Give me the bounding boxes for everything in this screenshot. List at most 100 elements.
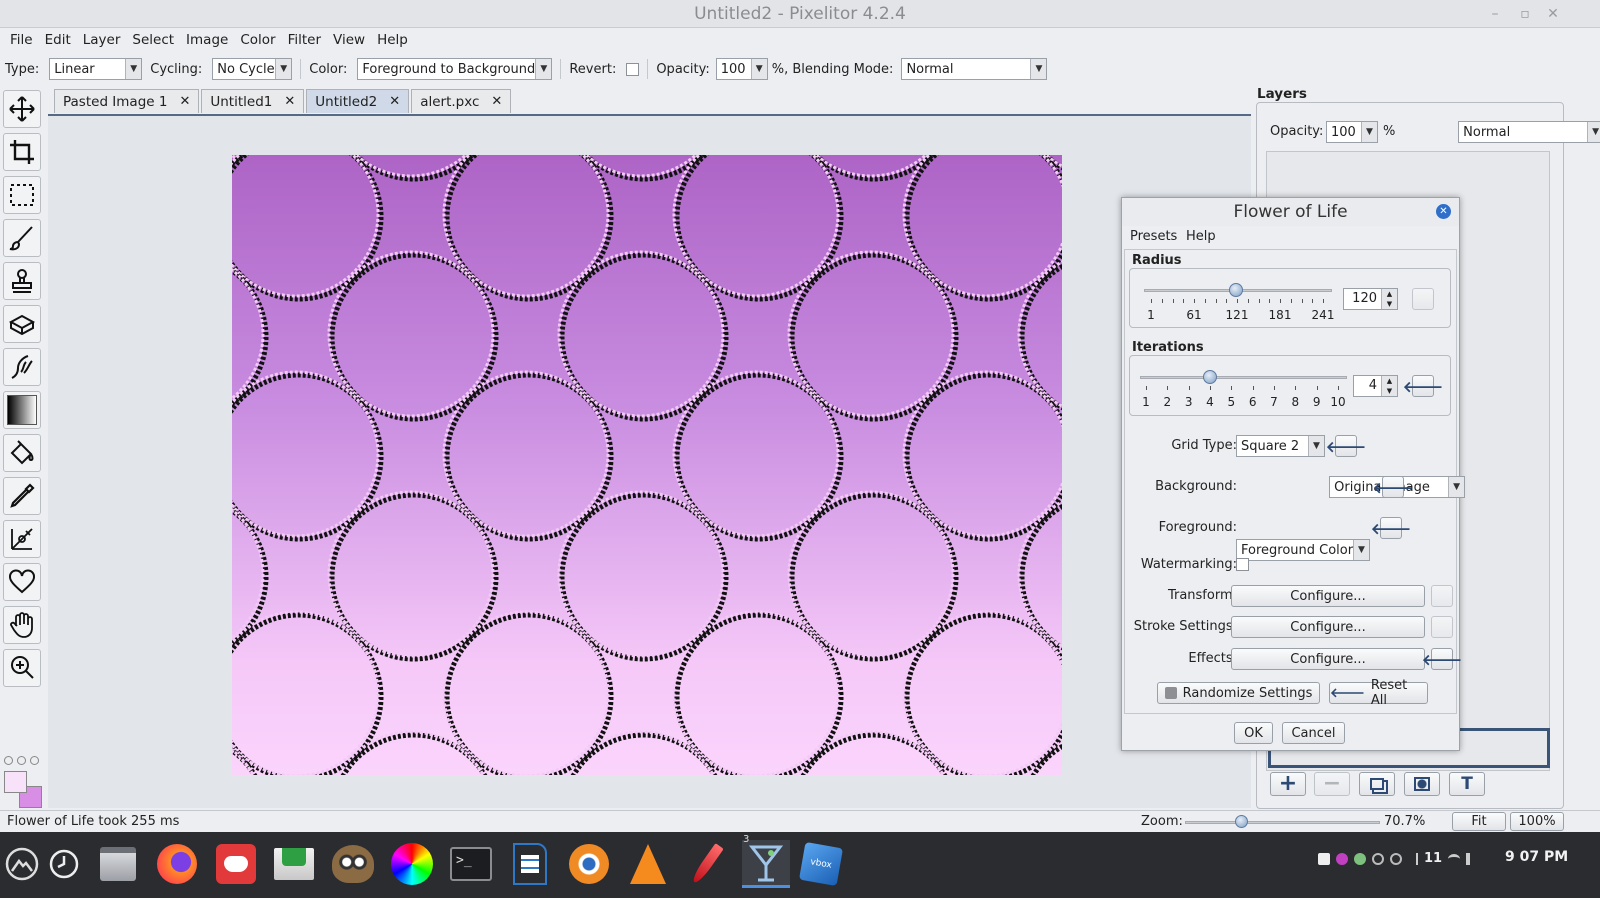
clone-stamp-tool[interactable] (3, 262, 41, 300)
minimize-button[interactable]: – (1487, 6, 1503, 22)
close-window-button[interactable]: ✕ (1545, 6, 1561, 22)
radius-spinner[interactable]: 120 ▲ ▼ (1343, 288, 1398, 310)
spinner-arrows-icon[interactable]: ▲ ▼ (1381, 376, 1397, 396)
close-icon[interactable]: ✕ (491, 94, 502, 109)
zoom-fit-button[interactable]: Fit (1452, 812, 1506, 831)
stroke-configure-button[interactable]: Configure... (1231, 616, 1425, 638)
menu-image[interactable]: Image (180, 32, 234, 48)
color-wheel-button[interactable] (388, 840, 436, 888)
color-picker-tool[interactable] (3, 477, 41, 515)
gradient-tool[interactable] (3, 391, 41, 429)
add-mask-button[interactable] (1404, 772, 1440, 796)
cocktail-app-button[interactable]: 3 (742, 834, 790, 888)
writer-button[interactable] (506, 840, 554, 888)
iterations-reset-button[interactable]: 🡐 (1403, 375, 1443, 397)
shapes-tool[interactable] (3, 563, 41, 601)
zoom-slider-thumb[interactable] (1235, 815, 1248, 828)
effects-reset-button[interactable]: 🡐 (1422, 648, 1462, 670)
radius-reset-button[interactable] (1412, 288, 1434, 310)
firefox-button[interactable] (153, 840, 201, 888)
iterations-slider-thumb[interactable] (1203, 370, 1217, 384)
color-dropdown[interactable]: Foreground to Background ▼ (357, 58, 553, 80)
update-icon[interactable] (1372, 852, 1384, 865)
cancel-button[interactable]: Cancel (1282, 722, 1345, 744)
menu-edit[interactable]: Edit (39, 32, 77, 48)
duplicate-layer-button[interactable] (1359, 772, 1395, 796)
discord-button[interactable] (212, 840, 260, 888)
tab-untitled2[interactable]: Untitled2 ✕ (306, 89, 410, 113)
mail-button[interactable] (270, 840, 318, 888)
power-icon[interactable] (1390, 852, 1402, 865)
ok-button[interactable]: OK (1234, 722, 1273, 744)
type-dropdown[interactable]: Linear ▼ (49, 58, 143, 80)
dialog-close-button[interactable]: ✕ (1436, 204, 1451, 219)
selection-tool[interactable] (3, 176, 41, 214)
gimp-button[interactable] (329, 840, 377, 888)
chat-icon[interactable] (1336, 852, 1348, 865)
smudge-tool[interactable] (3, 348, 41, 386)
image-canvas[interactable] (232, 155, 1062, 775)
effects-configure-button[interactable]: Configure... (1231, 648, 1425, 670)
zoom-100-button[interactable]: 100% (1510, 812, 1564, 831)
randomize-settings-button[interactable]: Randomize Settings (1157, 682, 1320, 704)
wifi-icon[interactable] (1448, 853, 1461, 864)
files-app-button[interactable] (94, 840, 142, 888)
close-icon[interactable]: ✕ (389, 94, 400, 109)
dialog-menu-presets[interactable]: Presets (1130, 229, 1177, 244)
transform-reset-button[interactable] (1431, 585, 1453, 607)
bluetooth-icon[interactable] (1408, 852, 1418, 865)
zoom-tool[interactable] (3, 649, 41, 687)
volume-icon[interactable] (1466, 852, 1476, 865)
virtualbox-button[interactable]: vbox (797, 840, 845, 888)
tab-alert-pxc[interactable]: alert.pxc ✕ (411, 89, 512, 113)
tab-pasted-image-1[interactable]: Pasted Image 1 ✕ (54, 89, 200, 113)
move-tool[interactable] (3, 90, 41, 128)
delete-layer-button[interactable]: − (1314, 772, 1350, 796)
menu-view[interactable]: View (327, 32, 371, 48)
menu-help[interactable]: Help (371, 32, 414, 48)
menu-layer[interactable]: Layer (77, 32, 127, 48)
add-text-layer-button[interactable]: T (1449, 772, 1485, 796)
add-layer-button[interactable]: + (1270, 772, 1306, 796)
maximize-button[interactable]: ▫ (1517, 6, 1533, 22)
layers-opacity-combo[interactable]: 100 ▼ (1326, 121, 1378, 143)
grid-type-reset-button[interactable]: 🡐 (1326, 435, 1366, 457)
opacity-combo[interactable]: 100 ▼ (715, 58, 768, 80)
network-icon[interactable] (1354, 852, 1366, 865)
layers-blend-dropdown[interactable]: Normal ▼ (1458, 121, 1600, 143)
clock-time[interactable]: 9 07 PM (1505, 849, 1568, 865)
iterations-slider-track[interactable] (1140, 376, 1347, 379)
zoom-slider-track[interactable] (1185, 821, 1380, 824)
transform-configure-button[interactable]: Configure... (1231, 585, 1425, 607)
spinner-arrows-icon[interactable]: ▲ ▼ (1381, 289, 1397, 309)
crop-tool[interactable] (3, 133, 41, 171)
foreground-reset-button[interactable]: 🡐 (1371, 517, 1411, 539)
menu-file[interactable]: File (4, 32, 39, 48)
iterations-spinner[interactable]: 4 ▲ ▼ (1353, 375, 1398, 397)
clock-app-button[interactable] (40, 840, 88, 888)
reset-all-button[interactable]: 🡐 Reset All (1329, 678, 1428, 708)
close-icon[interactable]: ✕ (284, 94, 295, 109)
hand-tool[interactable] (3, 606, 41, 644)
menu-select[interactable]: Select (126, 32, 180, 48)
background-reset-button[interactable]: 🡐 (1373, 476, 1413, 498)
eraser-tool[interactable] (3, 305, 41, 343)
blend-mode-dropdown[interactable]: Normal ▼ (901, 58, 1048, 80)
cycling-dropdown[interactable]: No Cycle ▼ (212, 58, 293, 80)
foreground-color-swatch[interactable] (4, 771, 27, 793)
grid-type-dropdown[interactable]: Square 2 ▼ (1236, 435, 1325, 457)
revert-checkbox[interactable] (626, 62, 640, 76)
pen-app-button[interactable] (683, 840, 731, 888)
terminal-button[interactable]: >_ (447, 840, 495, 888)
vlc-button[interactable] (624, 840, 672, 888)
menu-filter[interactable]: Filter (282, 32, 327, 48)
blender-button[interactable] (565, 840, 613, 888)
watermarking-checkbox[interactable] (1236, 558, 1249, 571)
stroke-reset-button[interactable] (1431, 616, 1453, 638)
tab-untitled1[interactable]: Untitled1 ✕ (201, 89, 305, 113)
foreground-dropdown[interactable]: Foreground Color ▼ (1236, 539, 1370, 561)
close-icon[interactable]: ✕ (179, 94, 190, 109)
notification-icon[interactable] (1318, 852, 1330, 865)
brush-tool[interactable] (3, 219, 41, 257)
dialog-menu-help[interactable]: Help (1186, 229, 1216, 244)
